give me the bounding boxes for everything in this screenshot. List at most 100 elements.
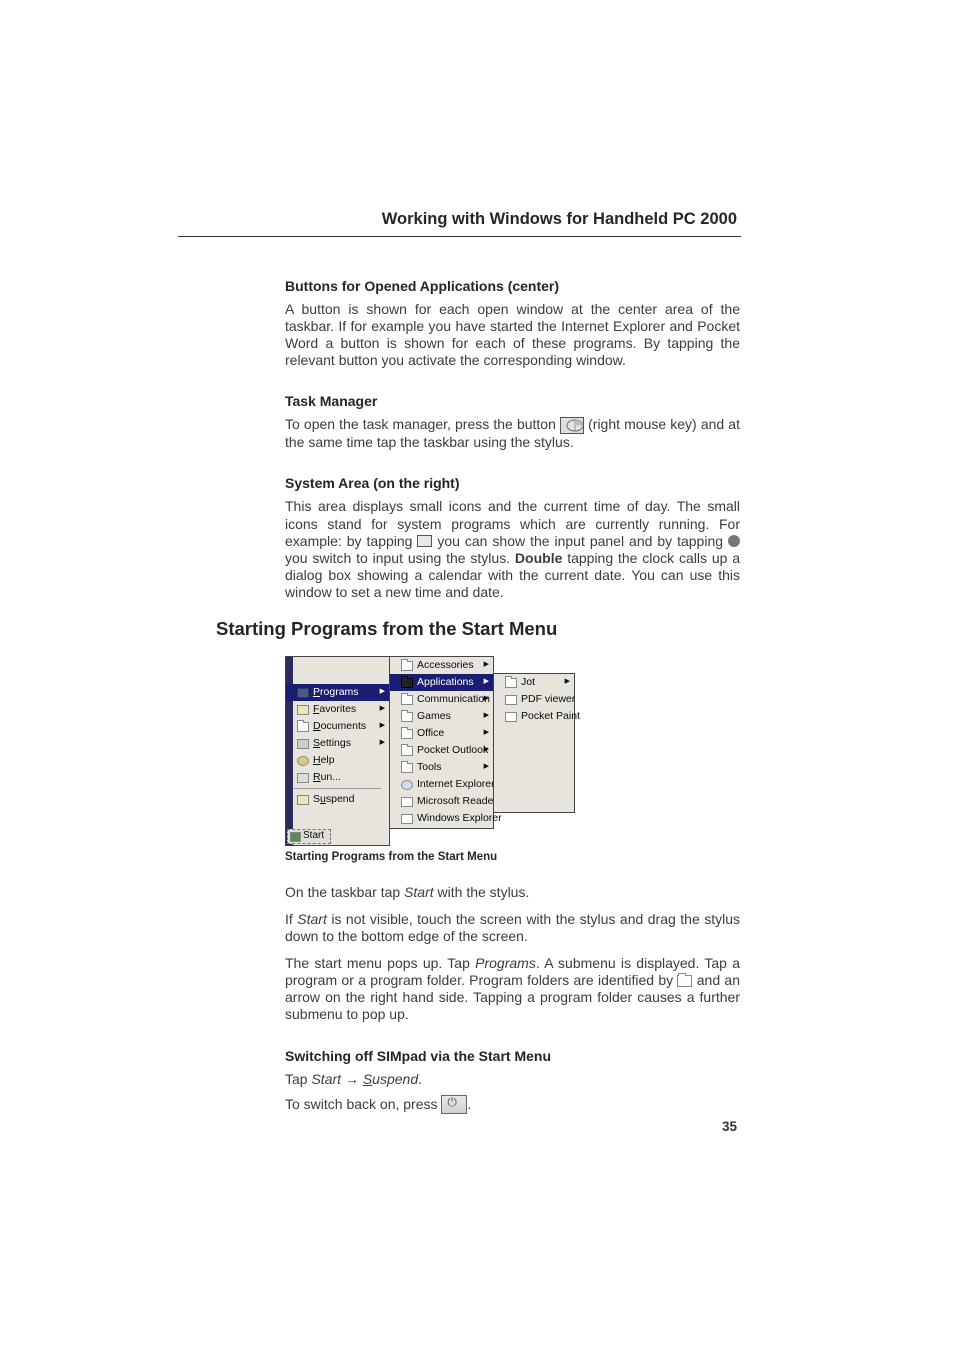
menu-item-label: Internet Explorer [417,778,495,791]
menu-item[interactable]: Applications▶ [390,674,493,691]
page-header: Working with Windows for Handheld PC 200… [382,210,737,229]
folder-icon [505,678,517,688]
start-menu-column-applications: Jot ▶ PDF viewerPocket Paint [493,673,575,813]
header-rule [178,236,741,237]
menu-item-label: Settings [313,737,351,750]
menu-item-label: Microsoft Reader [417,795,497,808]
para-if-start: If Start is not visible, touch the scree… [285,911,740,945]
sa-c: you switch to input using the stylus. [285,550,515,566]
menu-item-label: Help [313,754,335,767]
folder-icon [401,729,413,739]
menu-item[interactable]: Help [286,752,389,769]
so-on: To switch back on, press [285,1096,441,1112]
folder-icon [401,763,413,773]
submenu-arrow-icon: ▶ [484,763,489,772]
menu-item[interactable]: Internet Explorer [390,776,493,793]
menu-item[interactable]: Run... [286,769,389,786]
so-dot2: . [467,1096,471,1112]
menu-item[interactable]: Windows Explorer [390,810,493,827]
heading-task-manager: Task Manager [285,393,740,410]
is-start: Start [297,911,327,927]
ts-start: Start [404,884,434,900]
so-arrow: → [341,1071,363,1087]
paint-icon [505,712,517,722]
para-tap-suspend: Tap Start → Suspend. [285,1071,740,1088]
menu-item-label: Windows Explorer [417,812,502,825]
start-menu-column-left: Programs ▶ Favorites ▶ Documents ▶ Settings ▶ He… [285,682,390,846]
ts-b: with the stylus. [434,884,530,900]
menu-item-label: Communication [417,693,490,706]
start-button[interactable]: Start [287,829,331,844]
menu-item[interactable]: Suspend [286,791,389,808]
menu-item-label: Jot [521,676,535,689]
heading-system-area: System Area (on the right) [285,475,740,492]
pdf-icon [505,695,517,705]
menu-item-label: Documents [313,720,366,733]
start-menu-figure: Programs ▶ Favorites ▶ Documents ▶ Settings ▶ He… [285,656,740,846]
submenu-arrow-icon: ▶ [380,722,385,731]
we-icon [401,814,413,824]
submenu-arrow-icon: ▶ [380,688,385,697]
submenu-arrow-icon: ▶ [484,712,489,721]
menu-item-label: Pocket Paint [521,710,580,723]
menu-item-label: Programs [313,686,359,699]
is-a: If [285,911,297,927]
fav-icon [297,705,309,715]
submenu-arrow-icon: ▶ [380,705,385,714]
menu-item[interactable]: Programs ▶ [286,684,389,701]
menu-item-label: Suspend [313,793,354,806]
menu-item[interactable]: Communication▶ [390,691,493,708]
submenu-arrow-icon: ▶ [565,678,570,687]
run-icon [297,773,309,783]
help-icon [297,756,309,766]
folder-icon [401,712,413,722]
menu-item[interactable]: Jot ▶ [494,674,574,691]
figure-caption: Starting Programs from the Start Menu [285,850,740,864]
menu-item[interactable]: Games ▶ [390,708,493,725]
submenu-arrow-icon: ▶ [484,678,489,687]
is-b: is not visible, touch the screen with th… [285,911,740,944]
sp-prog: Programs [475,955,536,971]
submenu-arrow-icon: ▶ [484,746,489,755]
so-dot: . [418,1071,422,1087]
start-icon [290,832,301,842]
menu-item[interactable]: Accessories ▶ [390,657,493,674]
para-system-area: This area displays small icons and the c… [285,498,740,600]
so-tap: Tap [285,1071,311,1087]
menu-item[interactable]: Settings ▶ [286,735,389,752]
submenu-arrow-icon: ▶ [484,729,489,738]
menu-item[interactable]: PDF viewer [494,691,574,708]
section-title-start: Starting Programs from the Start Menu [216,618,746,640]
menu-item-label: Run... [313,771,341,784]
right-mouse-key-icon [560,417,584,434]
darkfolder-icon [401,678,413,688]
menu-item-label: Favorites [313,703,356,716]
reader-icon [401,797,413,807]
submenu-arrow-icon: ▶ [484,661,489,670]
heading-buttons-apps: Buttons for Opened Applications (center) [285,278,740,295]
menu-item-label: Accessories [417,659,474,672]
submenu-arrow-icon: ▶ [484,695,489,704]
menu-item[interactable]: Pocket Outlook▶ [390,742,493,759]
menu-item[interactable]: Pocket Paint [494,708,574,725]
ie-icon [401,780,413,790]
menu-item[interactable]: Favorites ▶ [286,701,389,718]
ts-a: On the taskbar tap [285,884,404,900]
folder-icon [401,746,413,756]
menu-item[interactable]: Microsoft Reader [390,793,493,810]
para-start-popup: The start menu pops up. Tap Programs. A … [285,955,740,1023]
menu-item[interactable]: Documents ▶ [286,718,389,735]
page-number: 35 [722,1119,737,1134]
menu-item-label: Office [417,727,444,740]
power-button-icon [441,1095,467,1114]
body-content: Buttons for Opened Applications (center)… [285,278,740,625]
menu-item-label: Games [417,710,451,723]
menu-item[interactable]: Tools▶ [390,759,493,776]
menu-item-label: Pocket Outlook [417,744,488,757]
submenu-arrow-icon: ▶ [380,739,385,748]
programs-icon [297,688,309,698]
folder-icon [677,975,692,987]
menu-item[interactable]: Office ▶ [390,725,493,742]
para-task-manager: To open the task manager, press the butt… [285,416,740,451]
suspend-icon [297,795,309,805]
